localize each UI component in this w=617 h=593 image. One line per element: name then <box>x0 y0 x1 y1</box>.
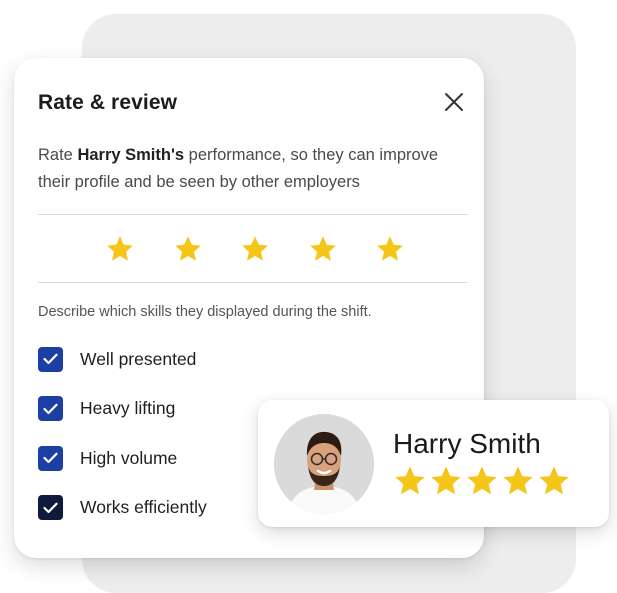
close-icon <box>445 93 463 111</box>
checkbox[interactable] <box>38 445 63 471</box>
star-icon <box>395 466 425 495</box>
skill-label: Heavy lifting <box>80 398 176 418</box>
check-icon <box>43 403 58 414</box>
skill-option-well-presented[interactable]: Well presented <box>38 345 207 373</box>
profile-name: Harry Smith <box>393 428 541 459</box>
check-icon <box>43 452 58 464</box>
star-icon[interactable] <box>240 234 270 264</box>
skills-list: Well presented Heavy lifting High volume… <box>38 345 207 543</box>
checkbox[interactable] <box>38 396 63 421</box>
profile-star-rating <box>392 464 572 498</box>
check-icon <box>43 502 58 513</box>
review-description: Rate Harry Smith's performance, so they … <box>38 142 468 196</box>
star-icon[interactable] <box>375 234 405 264</box>
skills-prompt: Describe which skills they displayed dur… <box>38 304 372 320</box>
check-icon <box>43 353 58 365</box>
skill-option-high-volume[interactable]: High volume <box>38 444 207 472</box>
star-rating <box>105 234 405 264</box>
description-prefix: Rate <box>38 146 78 164</box>
checkbox[interactable] <box>38 346 63 372</box>
close-button[interactable] <box>438 86 470 118</box>
worker-name: Harry Smith's <box>77 146 185 164</box>
skill-label: High volume <box>80 447 178 468</box>
star-icon[interactable] <box>173 234 203 264</box>
worker-profile-card: Harry Smith <box>258 400 609 527</box>
avatar <box>274 414 374 514</box>
star-icon <box>431 466 461 495</box>
star-icon <box>539 466 569 495</box>
checkbox[interactable] <box>38 495 63 520</box>
skill-option-heavy-lifting[interactable]: Heavy lifting <box>38 395 207 423</box>
divider <box>38 214 468 215</box>
skill-label: Works efficiently <box>80 497 207 517</box>
star-icon <box>503 466 533 495</box>
divider <box>38 282 468 283</box>
modal-title: Rate & review <box>38 91 178 114</box>
star-icon[interactable] <box>308 234 338 264</box>
avatar-photo <box>274 414 374 514</box>
star-icon <box>467 466 497 495</box>
star-icon[interactable] <box>105 234 135 264</box>
skill-option-works-efficiently[interactable]: Works efficiently <box>38 494 207 522</box>
skill-label: Well presented <box>80 348 197 369</box>
